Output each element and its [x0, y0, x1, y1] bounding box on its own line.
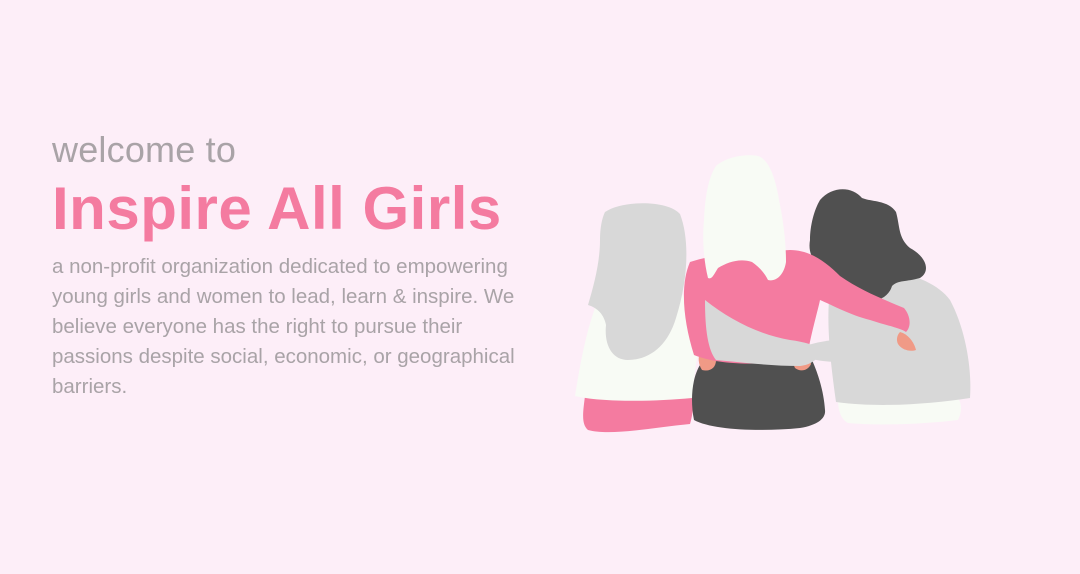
landing-page: welcome to Inspire All Girls a non-profi… [0, 0, 1080, 574]
welcome-heading: welcome to [52, 129, 237, 170]
hero-description: a non-profit organization dedicated to e… [52, 255, 515, 398]
three-girls-hugging-illustration [575, 155, 971, 433]
left-girl-pants [583, 396, 694, 433]
hero-text-block: welcome to Inspire All Girls a non-profi… [52, 128, 522, 402]
page-title: Inspire All Girls [52, 175, 502, 242]
